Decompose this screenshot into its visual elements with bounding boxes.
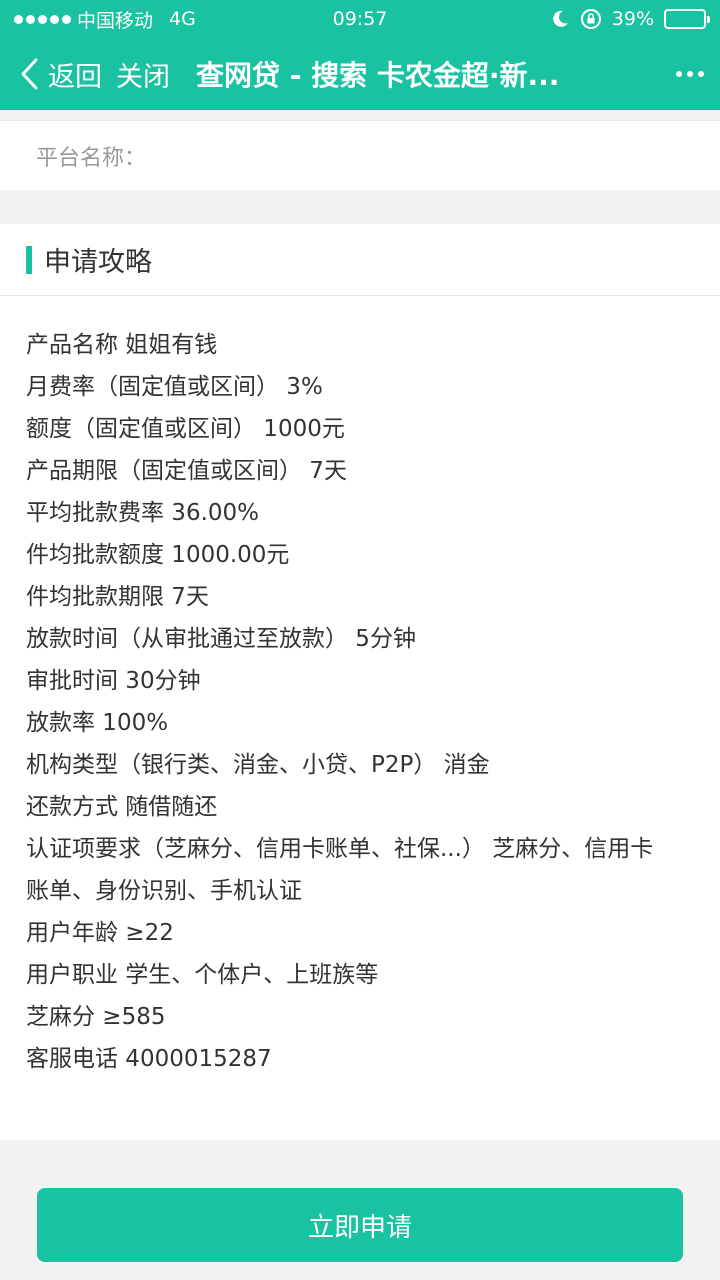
status-bar: 中国移动 4G 09:57 39% bbox=[0, 0, 720, 38]
section-title: 申请攻略 bbox=[44, 247, 152, 278]
section-header: 申请攻略 bbox=[0, 224, 720, 296]
info-line: 用户年龄 ≥22 bbox=[26, 920, 174, 946]
apply-now-button[interactable]: 立即申请 bbox=[37, 1188, 683, 1262]
info-line: 月费率（固定值或区间） 3% bbox=[26, 374, 323, 400]
page-title: 查网贷 - 搜索 卡农金超·新... bbox=[196, 59, 560, 92]
info-line: 额度（固定值或区间） 1000元 bbox=[26, 416, 345, 442]
info-line: 客服电话 4000015287 bbox=[26, 1046, 272, 1072]
strategy-card: 申请攻略 产品名称 姐姐有钱 月费率（固定值或区间） 3% 额度（固定值或区间）… bbox=[0, 224, 720, 1140]
battery-icon bbox=[664, 9, 710, 29]
info-line: 账单、身份识别、手机认证 bbox=[26, 878, 302, 904]
info-list: 产品名称 姐姐有钱 月费率（固定值或区间） 3% 额度（固定值或区间） 1000… bbox=[0, 296, 720, 1080]
info-line: 认证项要求（芝麻分、信用卡账单、社保...） 芝麻分、信用卡 bbox=[26, 836, 654, 862]
more-options-icon[interactable] bbox=[658, 71, 704, 77]
chevron-left-icon bbox=[21, 58, 38, 90]
moon-icon bbox=[552, 10, 568, 27]
platform-card: 平台名称： bbox=[0, 120, 720, 190]
platform-name-label: 平台名称： bbox=[36, 145, 147, 171]
back-label: 返回 bbox=[48, 61, 102, 93]
info-line: 放款率 100% bbox=[26, 710, 169, 736]
back-button[interactable]: 返回 bbox=[18, 55, 102, 94]
info-line: 产品期限（固定值或区间） 7天 bbox=[26, 458, 347, 484]
signal-icon bbox=[14, 14, 71, 24]
info-line: 件均批款期限 7天 bbox=[26, 584, 209, 610]
section-accent-bar bbox=[26, 245, 32, 274]
info-line: 产品名称 姐姐有钱 bbox=[26, 332, 218, 358]
footer: 立即申请 bbox=[0, 1140, 720, 1262]
close-button[interactable]: 关闭 bbox=[116, 55, 170, 94]
battery-percent: 39% bbox=[611, 8, 654, 30]
network-type: 4G bbox=[169, 8, 196, 30]
rotation-lock-icon bbox=[580, 9, 601, 29]
info-line: 审批时间 30分钟 bbox=[26, 668, 201, 694]
info-line: 还款方式 随借随还 bbox=[26, 794, 218, 820]
info-line: 件均批款额度 1000.00元 bbox=[26, 542, 290, 568]
info-line: 用户职业 学生、个体户、上班族等 bbox=[26, 962, 379, 988]
info-line: 平均批款费率 36.00% bbox=[26, 500, 260, 526]
info-line: 芝麻分 ≥585 bbox=[26, 1004, 166, 1030]
info-line: 放款时间（从审批通过至放款） 5分钟 bbox=[26, 626, 416, 652]
status-left: 中国移动 4G bbox=[14, 6, 196, 33]
status-right: 39% bbox=[550, 8, 710, 30]
nav-bar: 返回 关闭 查网贷 - 搜索 卡农金超·新... bbox=[0, 38, 720, 110]
info-line: 机构类型（银行类、消金、小贷、P2P） 消金 bbox=[26, 752, 490, 778]
carrier-name: 中国移动 bbox=[77, 9, 154, 32]
